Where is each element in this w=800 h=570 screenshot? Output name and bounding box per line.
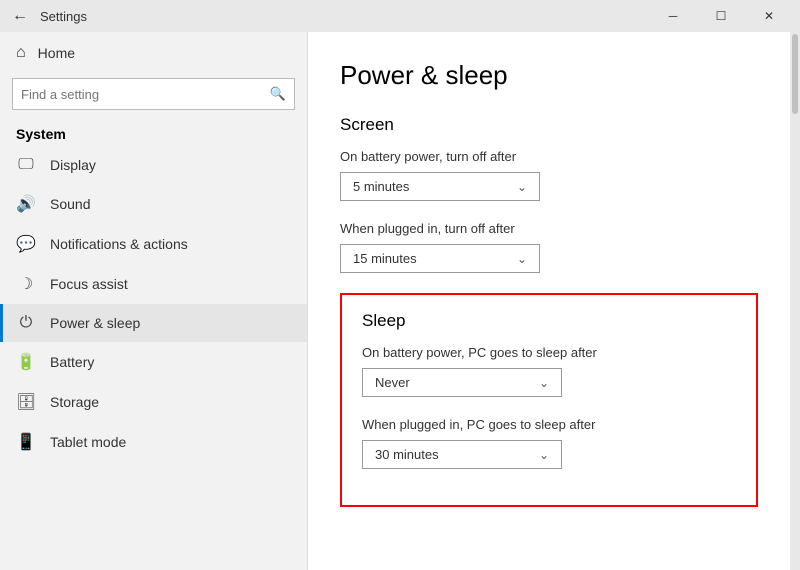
screen-battery-value: 5 minutes: [353, 179, 409, 194]
sidebar-item-label: Focus assist: [50, 276, 128, 292]
screen-plugged-label: When plugged in, turn off after: [340, 221, 758, 236]
sidebar-item-focus[interactable]: ☽ Focus assist: [0, 264, 307, 304]
tablet-icon: 📱: [16, 432, 36, 452]
power-icon: ⏻: [16, 314, 36, 332]
screen-plugged-arrow: ⌄: [517, 252, 527, 266]
sidebar-item-label: Sound: [50, 196, 90, 212]
sidebar-item-battery[interactable]: 🔋 Battery: [0, 342, 307, 382]
screen-battery-dropdown[interactable]: 5 minutes ⌄: [340, 172, 540, 201]
sidebar-item-tablet[interactable]: 📱 Tablet mode: [0, 422, 307, 462]
focus-icon: ☽: [16, 274, 36, 294]
screen-plugged-value: 15 minutes: [353, 251, 417, 266]
sidebar-item-label: Battery: [50, 354, 94, 370]
sidebar-item-power[interactable]: ⏻ Power & sleep: [0, 304, 307, 342]
battery-icon: 🔋: [16, 352, 36, 372]
sidebar-item-storage[interactable]: 🗄 Storage: [0, 382, 307, 422]
minimize-button[interactable]: ─: [650, 0, 696, 32]
screen-plugged-dropdown[interactable]: 15 minutes ⌄: [340, 244, 540, 273]
sleep-battery-dropdown[interactable]: Never ⌄: [362, 368, 562, 397]
sidebar-item-label: Notifications & actions: [50, 236, 188, 252]
window-controls: ─ ☐ ✕: [650, 0, 792, 32]
sidebar: ⌂ Home 🔍 System 🖵 Display 🔊 Sound 💬 Noti…: [0, 32, 308, 570]
sleep-section-title: Sleep: [362, 311, 736, 331]
sleep-battery-arrow: ⌄: [539, 376, 549, 390]
search-input[interactable]: [21, 87, 270, 102]
screen-section: Screen On battery power, turn off after …: [340, 115, 758, 273]
sidebar-item-display[interactable]: 🖵 Display: [0, 146, 307, 184]
screen-battery-label: On battery power, turn off after: [340, 149, 758, 164]
sidebar-item-home[interactable]: ⌂ Home: [0, 32, 307, 74]
sleep-battery-label: On battery power, PC goes to sleep after: [362, 345, 736, 360]
screen-battery-arrow: ⌄: [517, 180, 527, 194]
sleep-battery-value: Never: [375, 375, 410, 390]
screen-section-title: Screen: [340, 115, 758, 135]
scrollbar-thumb[interactable]: [792, 34, 798, 114]
search-box[interactable]: 🔍: [12, 78, 295, 110]
home-label: Home: [38, 45, 75, 61]
sidebar-item-label: Storage: [50, 394, 99, 410]
app-body: ⌂ Home 🔍 System 🖵 Display 🔊 Sound 💬 Noti…: [0, 32, 800, 570]
sidebar-section-label: System: [0, 118, 307, 146]
sleep-plugged-arrow: ⌄: [539, 448, 549, 462]
sidebar-item-label: Tablet mode: [50, 434, 126, 450]
sleep-plugged-dropdown[interactable]: 30 minutes ⌄: [362, 440, 562, 469]
sidebar-item-label: Display: [50, 157, 96, 173]
home-icon: ⌂: [16, 44, 26, 62]
sound-icon: 🔊: [16, 194, 36, 214]
scrollbar[interactable]: [790, 32, 800, 570]
page-title: Power & sleep: [340, 60, 758, 91]
main-content: Power & sleep Screen On battery power, t…: [308, 32, 790, 570]
close-button[interactable]: ✕: [746, 0, 792, 32]
window-title: Settings: [40, 9, 650, 24]
storage-icon: 🗄: [16, 392, 36, 412]
maximize-button[interactable]: ☐: [698, 0, 744, 32]
sleep-plugged-label: When plugged in, PC goes to sleep after: [362, 417, 736, 432]
sidebar-item-label: Power & sleep: [50, 315, 140, 331]
notifications-icon: 💬: [16, 234, 36, 254]
search-icon: 🔍: [270, 86, 286, 102]
display-icon: 🖵: [16, 156, 36, 174]
sidebar-item-notifications[interactable]: 💬 Notifications & actions: [0, 224, 307, 264]
sleep-plugged-value: 30 minutes: [375, 447, 439, 462]
sleep-section: Sleep On battery power, PC goes to sleep…: [340, 293, 758, 507]
back-button[interactable]: ←: [8, 4, 32, 28]
sidebar-item-sound[interactable]: 🔊 Sound: [0, 184, 307, 224]
titlebar: ← Settings ─ ☐ ✕: [0, 0, 800, 32]
